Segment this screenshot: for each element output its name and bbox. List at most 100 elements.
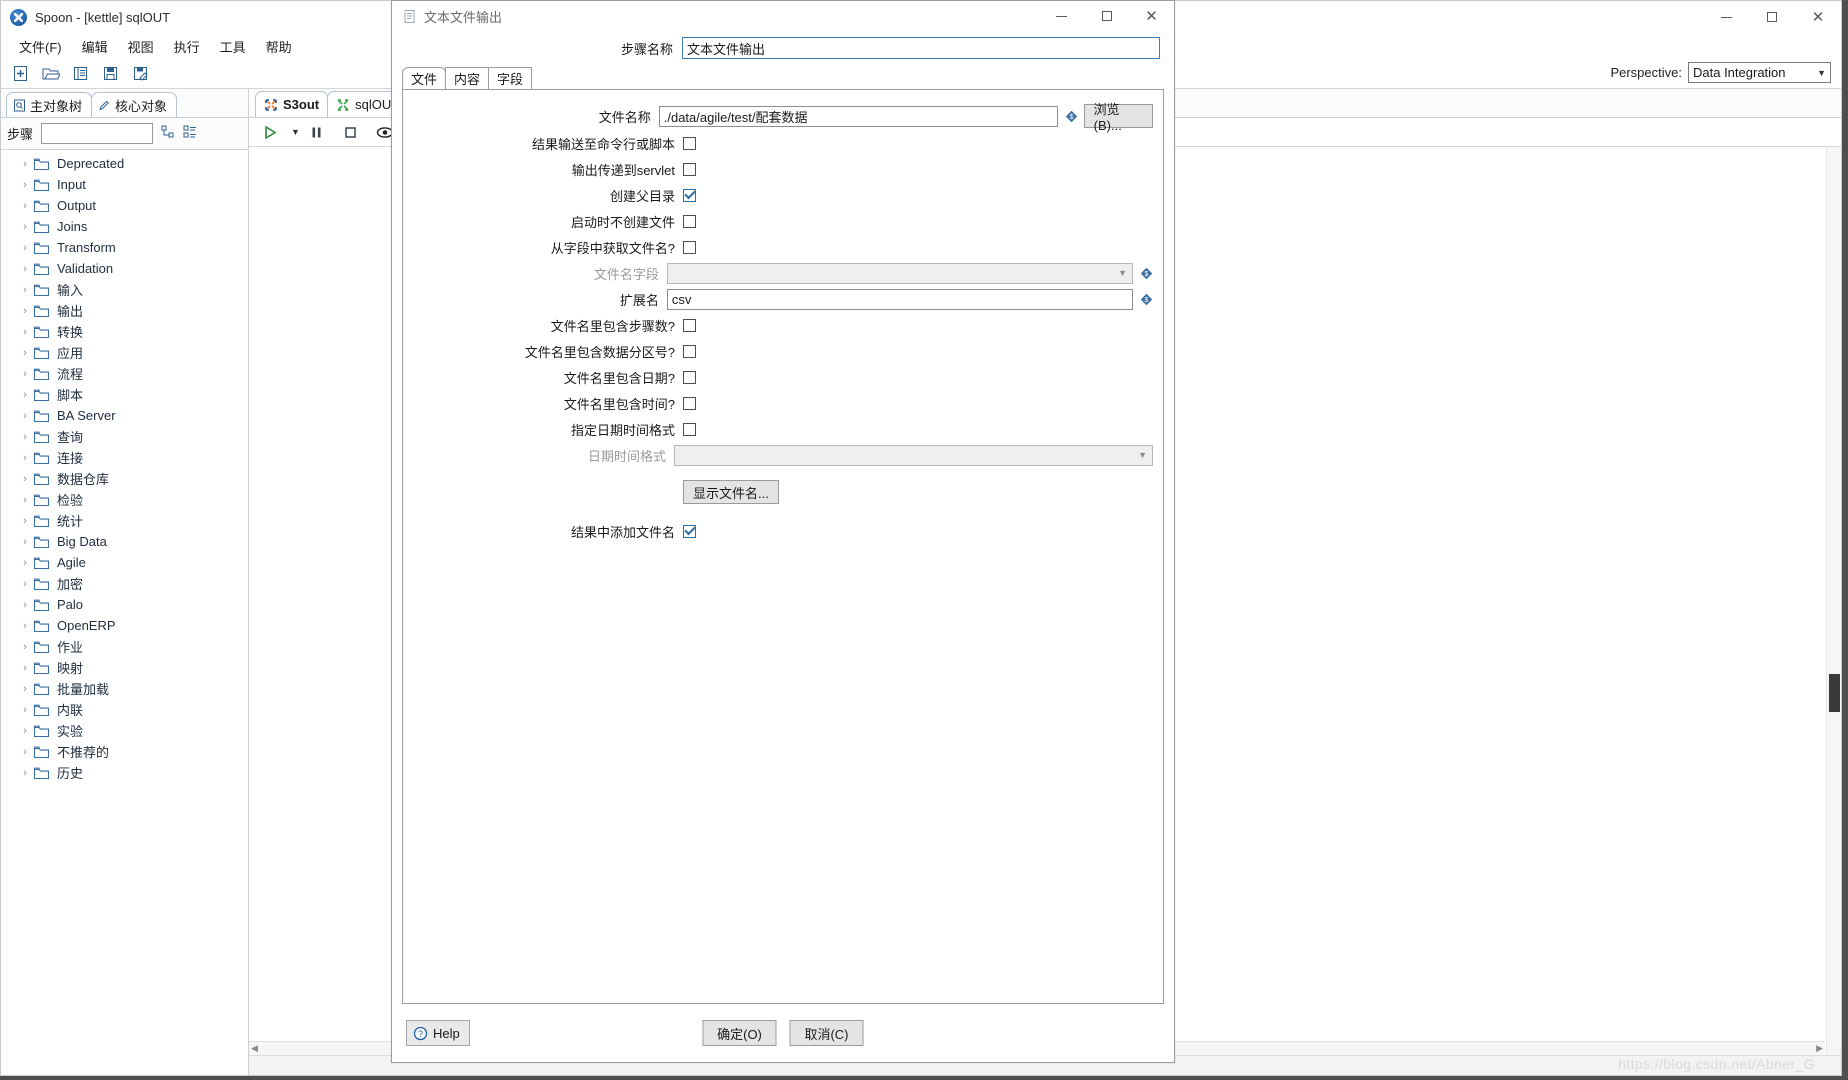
pause-icon[interactable] — [304, 120, 330, 144]
menu-file[interactable]: 文件(F) — [9, 34, 72, 59]
chevron-right-icon[interactable]: › — [17, 326, 33, 338]
chevron-right-icon[interactable]: › — [17, 158, 33, 170]
save-as-icon[interactable] — [127, 62, 153, 86]
chevron-right-icon[interactable]: › — [17, 683, 33, 695]
chevron-right-icon[interactable]: › — [17, 725, 33, 737]
filename-from-field-checkbox[interactable] — [683, 240, 696, 254]
output-to-servlet-checkbox[interactable] — [683, 162, 696, 176]
include-time-checkbox[interactable] — [683, 396, 696, 410]
tree-item[interactable]: › Palo — [1, 594, 248, 615]
chevron-right-icon[interactable]: › — [17, 515, 33, 527]
chevron-right-icon[interactable]: › — [17, 284, 33, 296]
chevron-right-icon[interactable]: › — [17, 473, 33, 485]
tree-item[interactable]: › 流程 — [1, 363, 248, 384]
canvas-vertical-scroll-thumb[interactable] — [1829, 673, 1840, 712]
tab-core-objects[interactable]: 核心对象 — [91, 92, 178, 117]
tree-item[interactable]: › 脚本 — [1, 384, 248, 405]
expand-all-icon[interactable] — [161, 125, 175, 142]
browse-button[interactable]: 浏览(B)... — [1083, 102, 1153, 133]
chevron-right-icon[interactable]: › — [17, 662, 33, 674]
tab-file[interactable]: 文件 — [402, 67, 447, 89]
extension-input[interactable]: csv — [666, 288, 1133, 310]
step-search-input[interactable] — [41, 123, 154, 144]
tree-item[interactable]: › 映射 — [1, 657, 248, 678]
tree-item[interactable]: › Output — [1, 195, 248, 216]
chevron-right-icon[interactable]: › — [17, 263, 33, 275]
tree-item[interactable]: › 历史 — [1, 762, 248, 783]
include-partnr-checkbox[interactable] — [683, 344, 696, 358]
chevron-right-icon[interactable]: › — [17, 242, 33, 254]
tree-item[interactable]: › 实验 — [1, 720, 248, 741]
tree-item[interactable]: › 统计 — [1, 510, 248, 531]
tree-item[interactable]: › 数据仓库 — [1, 468, 248, 489]
tree-item[interactable]: › 连接 — [1, 447, 248, 468]
chevron-right-icon[interactable]: › — [17, 410, 33, 422]
dialog-minimize-button[interactable] — [1039, 1, 1084, 31]
tree-item[interactable]: › Deprecated — [1, 153, 248, 174]
open-folder-icon[interactable] — [37, 62, 63, 86]
tree-item[interactable]: › Validation — [1, 258, 248, 279]
do-not-create-at-start-checkbox[interactable] — [683, 214, 696, 228]
tree-item[interactable]: › 检验 — [1, 489, 248, 510]
file-name-input[interactable]: ./data/agile/test/配套数据 — [658, 105, 1058, 127]
menu-tools[interactable]: 工具 — [210, 34, 256, 59]
tree-item[interactable]: › 加密 — [1, 573, 248, 594]
step-name-input[interactable]: 文本文件输出 — [682, 37, 1160, 59]
chevron-right-icon[interactable]: › — [17, 704, 33, 716]
scroll-right-arrow-icon[interactable]: ▶ — [1816, 1043, 1823, 1054]
scroll-left-arrow-icon[interactable]: ◀ — [251, 1043, 258, 1054]
explorer-icon[interactable] — [67, 62, 93, 86]
add-filename-to-result-checkbox[interactable] — [683, 524, 696, 538]
canvas-vertical-scrollbar[interactable] — [1826, 147, 1841, 1055]
help-button[interactable]: ? Help — [406, 1020, 470, 1046]
chevron-right-icon[interactable]: › — [17, 389, 33, 401]
dialog-maximize-button[interactable] — [1084, 1, 1129, 31]
tree-item[interactable]: › BA Server — [1, 405, 248, 426]
chevron-right-icon[interactable]: › — [17, 494, 33, 506]
chevron-right-icon[interactable]: › — [17, 767, 33, 779]
variable-diamond-icon[interactable]: $ — [1065, 110, 1078, 123]
tab-fields[interactable]: 字段 — [488, 67, 533, 89]
tree-item[interactable]: › Agile — [1, 552, 248, 573]
cancel-button[interactable]: 取消(C) — [789, 1020, 864, 1046]
variable-diamond-icon[interactable]: $ — [1140, 293, 1153, 306]
tree-item[interactable]: › Joins — [1, 216, 248, 237]
tree-item[interactable]: › 查询 — [1, 426, 248, 447]
run-icon[interactable] — [257, 120, 283, 144]
run-dropdown-caret[interactable]: ▼ — [291, 127, 300, 137]
stop-icon[interactable] — [338, 120, 364, 144]
save-icon[interactable] — [97, 62, 123, 86]
perspective-select[interactable]: Data Integration ▼ — [1688, 62, 1831, 83]
chevron-right-icon[interactable]: › — [17, 452, 33, 464]
chevron-right-icon[interactable]: › — [17, 305, 33, 317]
chevron-right-icon[interactable]: › — [17, 431, 33, 443]
collapse-all-icon[interactable] — [183, 125, 197, 142]
chevron-right-icon[interactable]: › — [17, 221, 33, 233]
menu-run[interactable]: 执行 — [164, 34, 210, 59]
chevron-right-icon[interactable]: › — [17, 536, 33, 548]
tree-item[interactable]: › 转换 — [1, 321, 248, 342]
tree-item[interactable]: › 作业 — [1, 636, 248, 657]
menu-help[interactable]: 帮助 — [256, 34, 302, 59]
tree-item[interactable]: › 批量加载 — [1, 678, 248, 699]
chevron-right-icon[interactable]: › — [17, 368, 33, 380]
tab-content[interactable]: 内容 — [445, 67, 490, 89]
tree-item[interactable]: › 应用 — [1, 342, 248, 363]
tree-item[interactable]: › Transform — [1, 237, 248, 258]
chevron-right-icon[interactable]: › — [17, 578, 33, 590]
tab-main-object-tree[interactable]: 主对象树 — [6, 92, 93, 117]
create-parent-folder-checkbox[interactable] — [683, 188, 696, 202]
chevron-right-icon[interactable]: › — [17, 599, 33, 611]
tree-item[interactable]: › 输入 — [1, 279, 248, 300]
tree-item[interactable]: › OpenERP — [1, 615, 248, 636]
tree-item[interactable]: › 输出 — [1, 300, 248, 321]
include-date-checkbox[interactable] — [683, 370, 696, 384]
show-filenames-button[interactable]: 显示文件名... — [683, 480, 779, 504]
chevron-right-icon[interactable]: › — [17, 179, 33, 191]
chevron-right-icon[interactable]: › — [17, 641, 33, 653]
dialog-close-button[interactable]: ✕ — [1129, 1, 1174, 31]
tree-item[interactable]: › Input — [1, 174, 248, 195]
specify-date-format-checkbox[interactable] — [683, 422, 696, 436]
menu-edit[interactable]: 编辑 — [72, 34, 118, 59]
close-button[interactable]: ✕ — [1795, 1, 1841, 33]
